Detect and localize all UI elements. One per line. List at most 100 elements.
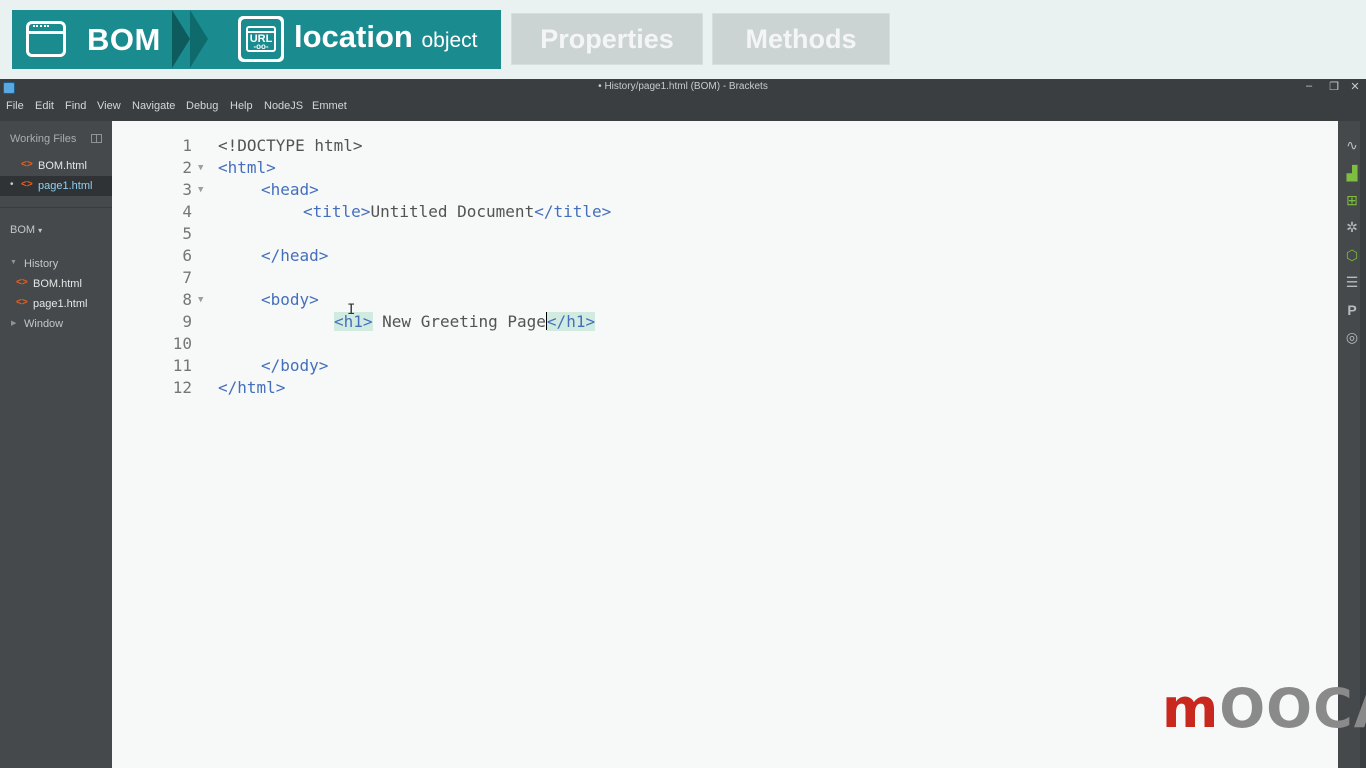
code-line-active[interactable]: 9 <h1> New Greeting Page</h1> bbox=[112, 311, 1338, 333]
line-number: 7 bbox=[182, 268, 192, 287]
code-line[interactable]: 3 ▼ <head> bbox=[112, 179, 1338, 201]
menu-navigate[interactable]: Navigate bbox=[132, 100, 175, 112]
wand-icon[interactable]: ✲ bbox=[1342, 217, 1362, 237]
url-icon-label: URL bbox=[246, 26, 276, 52]
html-tag-icon: <> bbox=[16, 277, 28, 288]
sidebar: Working Files <> BOM.html • <> page1.htm… bbox=[0, 121, 112, 768]
breadcrumb-bom-label: BOM bbox=[87, 22, 161, 57]
menu-edit[interactable]: Edit bbox=[35, 100, 54, 112]
fold-arrow-icon[interactable]: ▼ bbox=[198, 157, 203, 179]
code-text: </head> bbox=[261, 246, 329, 265]
code-line[interactable]: 4 <title>Untitled Document</title> bbox=[112, 201, 1338, 223]
bracket-match-close: </h1> bbox=[546, 312, 596, 331]
tree-file-label: BOM.html bbox=[33, 278, 82, 290]
window-title: • History/page1.html (BOM) - Brackets bbox=[598, 81, 768, 92]
line-number: 5 bbox=[182, 224, 192, 243]
triangle-right-icon: ▶ bbox=[11, 320, 17, 327]
code-line[interactable]: 8 ▼ <body> bbox=[112, 289, 1338, 311]
nodejs-icon[interactable]: ⬡ bbox=[1342, 245, 1362, 265]
code-text: <html> bbox=[218, 158, 276, 177]
working-file-label: BOM.html bbox=[38, 160, 87, 172]
tree-file-label: page1.html bbox=[33, 298, 88, 310]
line-number: 4 bbox=[182, 202, 192, 221]
window-right-edge bbox=[1360, 79, 1366, 768]
window-titlebar: • History/page1.html (BOM) - Brackets – … bbox=[0, 79, 1366, 96]
tab-methods[interactable]: Methods bbox=[712, 13, 890, 65]
menu-debug[interactable]: Debug bbox=[186, 100, 218, 112]
code-text: <!DOCTYPE html> bbox=[218, 136, 363, 155]
html-tag-icon: <> bbox=[21, 159, 33, 170]
sidebar-divider bbox=[0, 207, 112, 208]
code-line[interactable]: 7 bbox=[112, 267, 1338, 289]
code-text: <body> bbox=[261, 290, 319, 309]
line-number: 11 bbox=[172, 356, 192, 375]
line-number: 2 bbox=[182, 158, 192, 177]
working-file-item-selected[interactable]: • <> page1.html bbox=[0, 176, 112, 196]
chevron-down-icon: ▾ bbox=[38, 226, 43, 235]
menu-bar: File Edit Find View Navigate Debug Help … bbox=[0, 96, 1366, 121]
chevron-right-icon bbox=[172, 10, 190, 68]
breadcrumb-location-label: location object bbox=[294, 19, 478, 54]
browser-window-icon bbox=[26, 21, 66, 57]
gift-icon[interactable]: ⊞ bbox=[1342, 190, 1362, 210]
menu-file[interactable]: File bbox=[6, 100, 24, 112]
html-tag-icon: <> bbox=[16, 297, 28, 308]
triangle-down-icon: ▼ bbox=[10, 259, 17, 266]
code-text: <title>Untitled Document</title> bbox=[303, 202, 612, 221]
tree-folder-window[interactable]: ▶ Window bbox=[0, 314, 112, 334]
minimize-button[interactable]: – bbox=[1302, 80, 1316, 92]
chevron-right-icon bbox=[190, 10, 208, 68]
menu-view[interactable]: View bbox=[97, 100, 121, 112]
menu-help[interactable]: Help bbox=[230, 100, 253, 112]
tree-file-bom[interactable]: <> BOM.html bbox=[0, 274, 112, 294]
working-file-item[interactable]: <> BOM.html bbox=[0, 156, 112, 176]
breadcrumb-bom: BOM bbox=[12, 10, 190, 69]
code-text: </body> bbox=[261, 356, 329, 375]
mooca-watermark-logo: mOOCA bbox=[1162, 677, 1366, 740]
line-number: 12 bbox=[172, 378, 192, 397]
code-editor[interactable]: 1 <!DOCTYPE html> 2 ▼ <html> 3 ▼ <head> … bbox=[112, 121, 1338, 768]
code-line[interactable]: 2 ▼ <html> bbox=[112, 157, 1338, 179]
tree-folder-label: Window bbox=[24, 318, 64, 330]
maximize-button[interactable]: ❐ bbox=[1327, 80, 1341, 93]
tree-file-page1[interactable]: <> page1.html bbox=[0, 294, 112, 314]
p-icon[interactable]: P bbox=[1342, 300, 1362, 320]
code-line[interactable]: 11 </body> bbox=[112, 355, 1338, 377]
line-number: 9 bbox=[182, 312, 192, 331]
breadcrumb-location: URL location object bbox=[224, 10, 501, 69]
menu-emmet[interactable]: Emmet bbox=[312, 100, 347, 112]
tree-folder-label: History bbox=[24, 258, 59, 270]
live-preview-icon[interactable]: ∿ bbox=[1342, 135, 1362, 155]
tree-folder-history[interactable]: ▼ History bbox=[0, 254, 112, 274]
line-number: 3 bbox=[182, 180, 192, 199]
fold-arrow-icon[interactable]: ▼ bbox=[198, 289, 203, 311]
line-number: 1 bbox=[182, 136, 192, 155]
code-text: <head> bbox=[261, 180, 319, 199]
line-number: 8 bbox=[182, 290, 192, 309]
project-dropdown[interactable]: BOM ▾ bbox=[10, 224, 42, 236]
code-text: <h1> New Greeting Page</h1> bbox=[334, 312, 596, 331]
modified-dot: • bbox=[10, 179, 14, 190]
line-number: 10 bbox=[172, 334, 192, 353]
code-text: </html> bbox=[218, 378, 286, 397]
code-line[interactable]: 1 <!DOCTYPE html> bbox=[112, 135, 1338, 157]
lightbulb-icon[interactable]: ◎ bbox=[1342, 327, 1362, 347]
code-line[interactable]: 6 </head> bbox=[112, 245, 1338, 267]
extension-manager-icon[interactable]: ▟ bbox=[1342, 163, 1362, 183]
code-line[interactable]: 10 bbox=[112, 333, 1338, 355]
mouse-ibeam-cursor-icon: I bbox=[347, 302, 356, 318]
url-icon: URL bbox=[238, 16, 284, 62]
html-tag-icon: <> bbox=[21, 179, 33, 190]
working-file-label: page1.html bbox=[38, 180, 93, 192]
tutorial-banner: BOM URL location object Properties Metho… bbox=[0, 0, 1366, 79]
split-view-icon[interactable] bbox=[91, 134, 102, 143]
code-line[interactable]: 12 </html> bbox=[112, 377, 1338, 399]
fold-arrow-icon[interactable]: ▼ bbox=[198, 179, 203, 201]
menu-nodejs[interactable]: NodeJS bbox=[264, 100, 303, 112]
menu-find[interactable]: Find bbox=[65, 100, 86, 112]
working-files-title: Working Files bbox=[10, 133, 77, 145]
list-icon[interactable]: ☰ bbox=[1342, 272, 1362, 292]
code-line[interactable]: 5 bbox=[112, 223, 1338, 245]
line-number: 6 bbox=[182, 246, 192, 265]
tab-properties[interactable]: Properties bbox=[511, 13, 703, 65]
